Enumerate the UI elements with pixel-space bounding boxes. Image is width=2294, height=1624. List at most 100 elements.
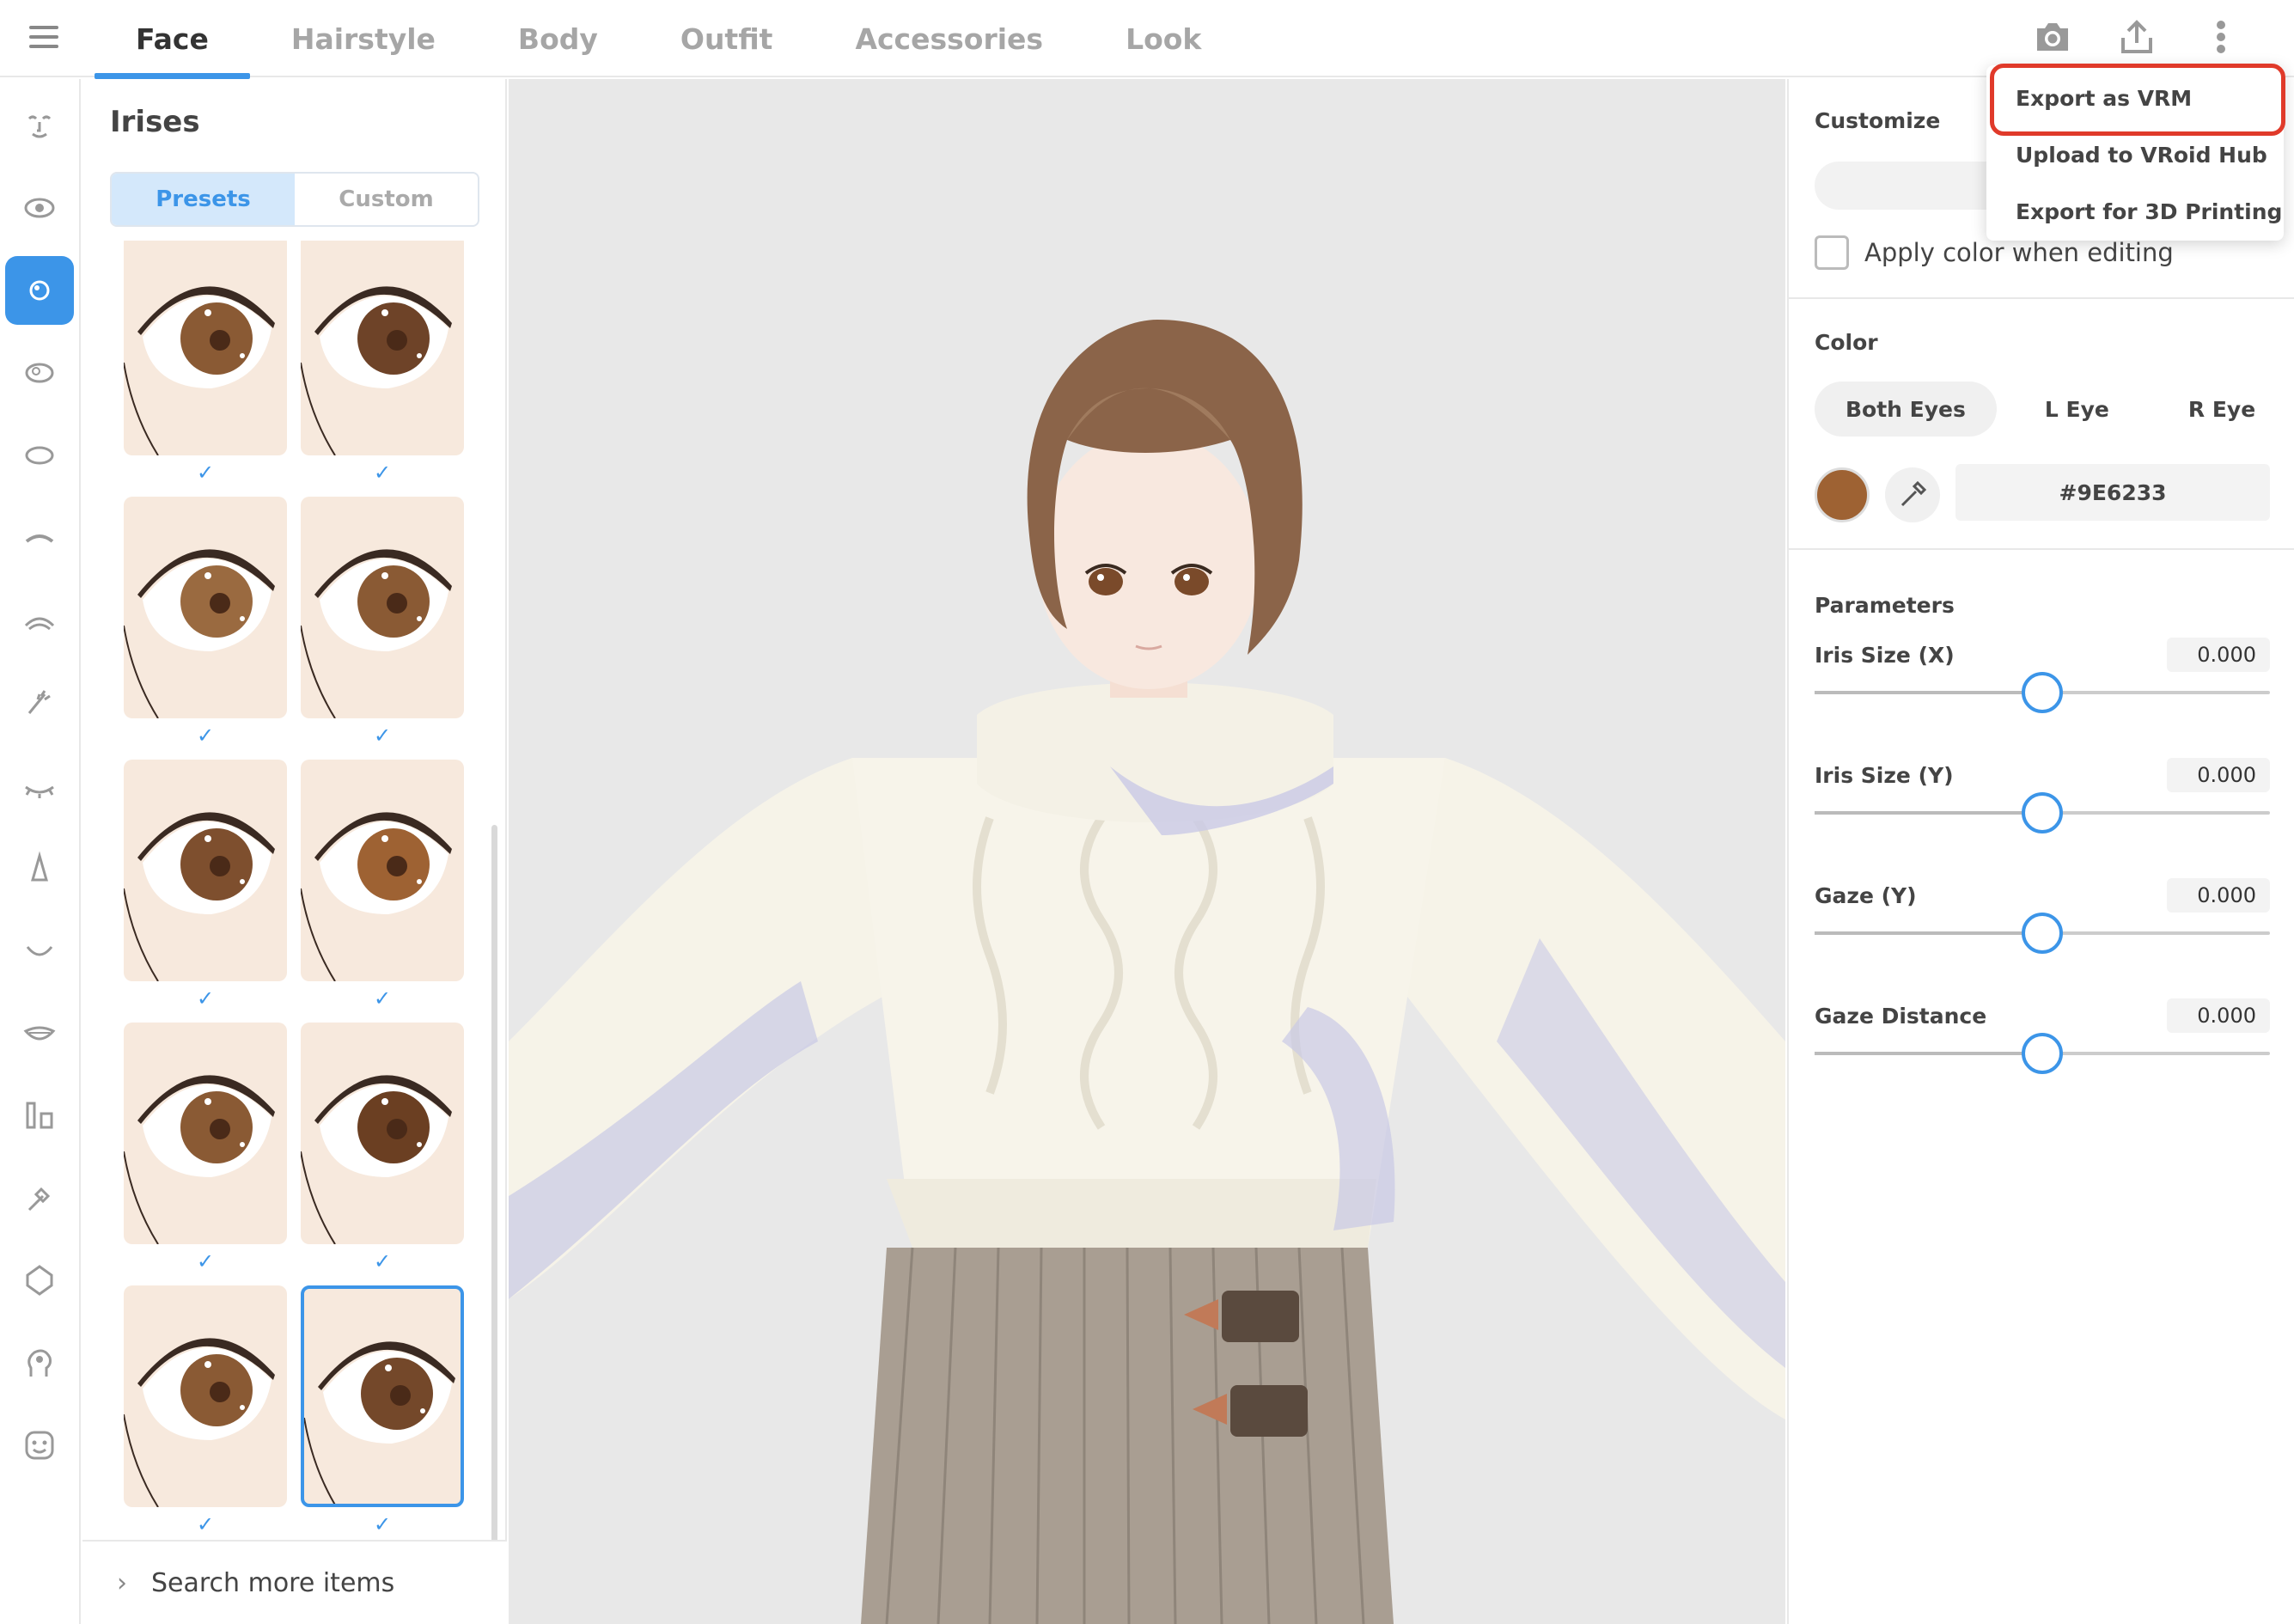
face-set-icon[interactable]: [5, 91, 74, 160]
eye-selector: Both Eyes L Eye R Eye: [1815, 382, 2286, 437]
head-shape-icon[interactable]: [5, 1246, 74, 1315]
search-more-button[interactable]: › Search more items: [82, 1540, 507, 1624]
slider-fill: [1815, 691, 2042, 694]
iris-preset-tile[interactable]: [301, 241, 464, 455]
parameters-title: Parameters: [1815, 593, 1955, 618]
tab-face[interactable]: Face: [95, 0, 250, 79]
color-hex-field[interactable]: #9E6233: [1955, 464, 2270, 521]
tab-body[interactable]: Body: [477, 0, 639, 77]
iris-preset-tile[interactable]: [301, 760, 464, 981]
eye-white-icon[interactable]: [5, 339, 74, 407]
parameter-row: Gaze Distance 0.000: [1815, 998, 2270, 1107]
customize-title: Customize: [1815, 108, 1941, 133]
divider: [1789, 548, 2294, 550]
menu-icon[interactable]: [29, 22, 64, 53]
more-vertical-icon[interactable]: [2199, 15, 2242, 58]
brush-icon[interactable]: [5, 1163, 74, 1232]
category-tabs: Face Hairstyle Body Outfit Accessories L…: [95, 0, 1242, 79]
slider-thumb[interactable]: [2022, 792, 2063, 833]
presets-tab[interactable]: Presets: [112, 174, 295, 225]
mouth-icon[interactable]: [5, 916, 74, 985]
iris-preset-tile[interactable]: [124, 241, 287, 455]
check-icon: ✓: [196, 1512, 215, 1536]
nose-icon[interactable]: [5, 833, 74, 902]
avatar-3d-viewport[interactable]: [509, 79, 1785, 1624]
export-menu: Export as VRM Upload to VRoid Hub Export…: [1986, 65, 2284, 241]
apply-color-checkbox[interactable]: [1815, 235, 1849, 270]
parameter-slider[interactable]: [1815, 913, 2270, 954]
parameter-slider[interactable]: [1815, 792, 2270, 833]
both-eyes-tab[interactable]: Both Eyes: [1815, 382, 1997, 437]
parameter-label: Iris Size (Y): [1815, 763, 1954, 788]
apply-color-option[interactable]: Apply color when editing: [1815, 235, 2174, 270]
iris-preset-tile[interactable]: [124, 1023, 287, 1244]
iris-preset-tile[interactable]: [301, 1023, 464, 1244]
slider-fill: [1815, 1052, 2042, 1055]
tab-look[interactable]: Look: [1084, 0, 1242, 77]
tab-hairstyle[interactable]: Hairstyle: [250, 0, 477, 77]
parameter-value-field[interactable]: 0.000: [2167, 638, 2270, 672]
tab-accessories[interactable]: Accessories: [814, 0, 1084, 77]
iris-preset-tile[interactable]: [124, 1285, 287, 1507]
left-eye-tab[interactable]: L Eye: [2014, 382, 2140, 437]
upload-vroid-hub-item[interactable]: Upload to VRoid Hub: [2016, 143, 2267, 168]
eyelash-icon[interactable]: [5, 669, 74, 737]
check-icon: ✓: [196, 986, 215, 1010]
parameter-value-field[interactable]: 0.000: [2167, 998, 2270, 1033]
parameter-row: Iris Size (Y) 0.000: [1815, 758, 2270, 866]
avatar-preview: [509, 320, 1785, 1624]
teeth-icon[interactable]: [5, 998, 74, 1067]
eyebrow-icon[interactable]: [5, 504, 74, 572]
parameter-slider[interactable]: [1815, 1033, 2270, 1074]
parameter-row: Iris Size (X) 0.000: [1815, 638, 2270, 746]
top-bar: Face Hairstyle Body Outfit Accessories L…: [0, 0, 2294, 79]
scrollbar[interactable]: [491, 825, 497, 1612]
parameter-label: Iris Size (X): [1815, 643, 1955, 668]
parameter-value-field[interactable]: 0.000: [2167, 758, 2270, 792]
camera-icon[interactable]: [2031, 15, 2074, 58]
custom-tab[interactable]: Custom: [295, 174, 478, 225]
head-gear-icon[interactable]: [5, 1328, 74, 1397]
divider: [1789, 297, 2294, 299]
check-icon: ✓: [196, 1249, 215, 1273]
check-icon: ✓: [196, 461, 215, 485]
iris-icon[interactable]: [5, 256, 74, 325]
iris-preset-tile[interactable]: [301, 1285, 464, 1507]
slider-thumb[interactable]: [2022, 913, 2063, 954]
top-actions: [2031, 15, 2242, 58]
iris-preset-tile[interactable]: [124, 497, 287, 718]
right-eye-tab[interactable]: R Eye: [2157, 382, 2286, 437]
iris-preset-tile[interactable]: [124, 760, 287, 981]
tab-outfit[interactable]: Outfit: [639, 0, 814, 77]
slider-fill: [1815, 811, 2042, 815]
parameter-row: Gaze (Y) 0.000: [1815, 878, 2270, 986]
export-3d-printing-item[interactable]: Export for 3D Printing: [2016, 199, 2282, 224]
eye-set-icon[interactable]: [5, 174, 74, 242]
presets-custom-toggle: Presets Custom: [110, 172, 479, 227]
slider-thumb[interactable]: [2022, 1033, 2063, 1074]
check-icon: ✓: [373, 1512, 392, 1536]
panel-title: Irises: [110, 105, 200, 139]
eye-outline-icon[interactable]: [5, 421, 74, 490]
eyeline-icon[interactable]: [5, 586, 74, 655]
slider-thumb[interactable]: [2022, 672, 2063, 713]
iris-preset-tile[interactable]: [301, 497, 464, 718]
iris-preset-grid: ✓ ✓ ✓ ✓ ✓ ✓ ✓ ✓ ✓ ✓: [124, 241, 467, 1620]
check-icon: ✓: [373, 1249, 392, 1273]
upload-icon[interactable]: [2115, 15, 2158, 58]
search-more-label: Search more items: [151, 1567, 395, 1598]
check-icon: ✓: [373, 986, 392, 1010]
ears-icon[interactable]: [5, 1081, 74, 1150]
face-parts-rail: [0, 79, 81, 1624]
parameter-slider[interactable]: [1815, 672, 2270, 713]
parameter-value-field[interactable]: 0.000: [2167, 878, 2270, 913]
eyedropper-icon[interactable]: [1885, 467, 1940, 522]
export-vrm-item[interactable]: Export as VRM: [2016, 86, 2192, 111]
check-icon: ✓: [196, 723, 215, 748]
eyelid-icon[interactable]: [5, 751, 74, 820]
customize-panel: Customize Apply color when editing Color…: [1787, 79, 2294, 1624]
color-swatch[interactable]: [1815, 467, 1870, 522]
check-icon: ✓: [373, 723, 392, 748]
smiley-icon[interactable]: [5, 1411, 74, 1480]
chevron-right-icon: ›: [117, 1567, 127, 1598]
